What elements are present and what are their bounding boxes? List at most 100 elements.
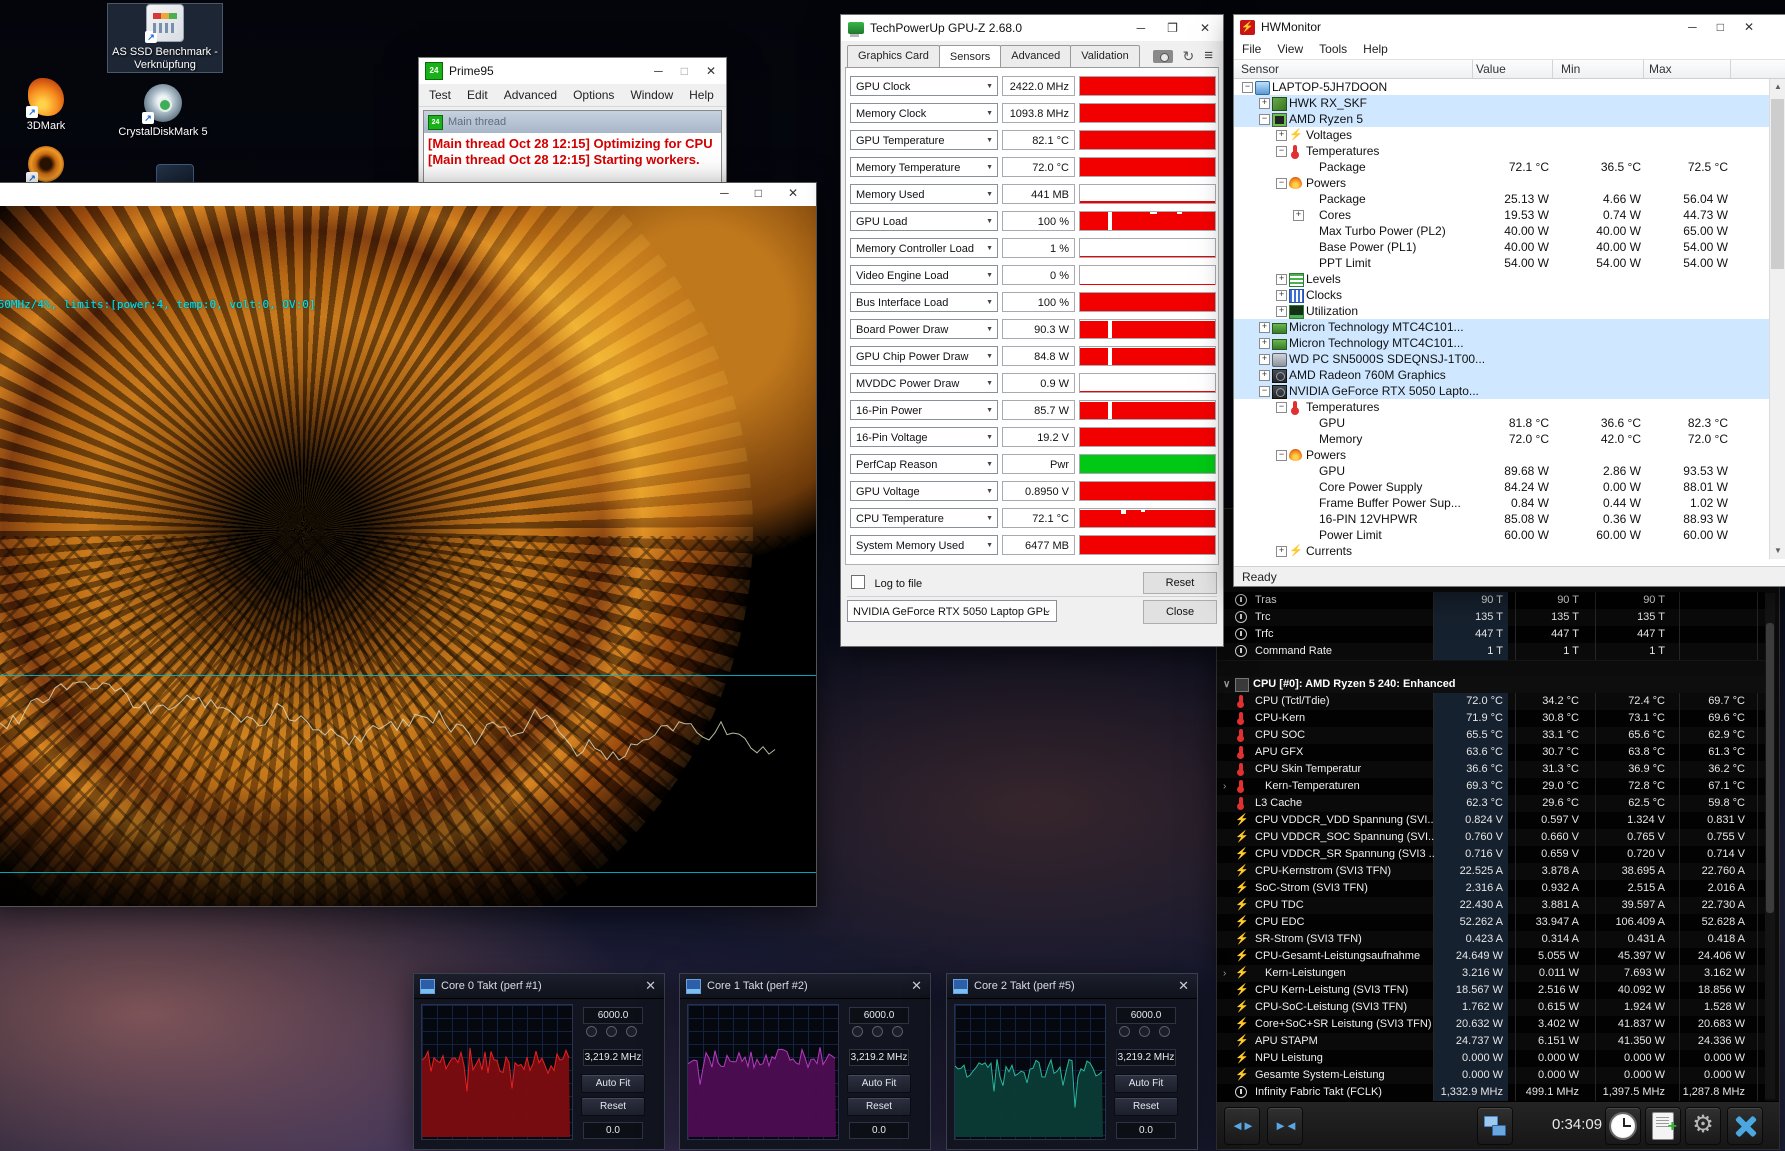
tree-row-gpu[interactable]: GPU89.68 W2.86 W93.53 W: [1234, 463, 1770, 479]
tree-row-16-pin-12vhpwr[interactable]: 16-PIN 12VHPWR85.08 W0.36 W88.93 W: [1234, 511, 1770, 527]
collapse-minus-icon[interactable]: −: [1276, 450, 1287, 461]
sensor-label-dropdown[interactable]: Board Power Draw: [850, 319, 998, 339]
hwmonitor-titlebar[interactable]: ⚡ HWMonitor ─ □ ✕: [1234, 15, 1785, 39]
desktop-icon-furmark-partial[interactable]: ↗: [0, 146, 103, 186]
menu-item-edit[interactable]: Edit: [467, 88, 488, 102]
led-indicator[interactable]: [872, 1026, 883, 1037]
expand-columns-button[interactable]: ◄►: [1224, 1107, 1260, 1145]
restore-icon[interactable]: ❐: [1167, 21, 1178, 35]
tree-row-package[interactable]: Package72.1 °C36.5 °C72.5 °C: [1234, 159, 1770, 175]
sensor-row[interactable]: ⚡Core+SoC+SR Leistung (SVI3 TFN)20.632 W…: [1217, 1016, 1765, 1034]
tree-row-laptop-5jh7doon[interactable]: −LAPTOP-5JH7DOON: [1234, 79, 1770, 95]
hwmonitor-scrollbar[interactable]: ▲ ▼: [1769, 79, 1785, 559]
close-icon[interactable]: ✕: [706, 64, 716, 78]
tree-row-wd-pc-sn5000s-sdeqnsj-1t00-[interactable]: +WD PC SN5000S SDEQNSJ-1T00...: [1234, 351, 1770, 367]
core-window-titlebar[interactable]: Core 2 Takt (perf #5)✕: [947, 974, 1197, 999]
minimize-icon[interactable]: ─: [654, 64, 663, 78]
expand-plus-icon[interactable]: +: [1259, 338, 1270, 349]
sensor-row[interactable]: ⚡CPU-Gesamt-Leistungsaufnahme24.649 W5.0…: [1217, 948, 1765, 966]
sensor-row[interactable]: APU GFX63.6 °C30.7 °C63.8 °C61.3 °C: [1217, 744, 1765, 762]
reset-button[interactable]: Reset: [581, 1097, 645, 1116]
tree-row-gpu[interactable]: GPU81.8 °C36.6 °C82.3 °C: [1234, 415, 1770, 431]
sensor-label-dropdown[interactable]: GPU Chip Power Draw: [850, 346, 998, 366]
tree-row-clocks[interactable]: +Clocks: [1234, 287, 1770, 303]
gpuz-titlebar[interactable]: TechPowerUp GPU-Z 2.68.0 ─ ❐ ✕: [841, 15, 1223, 41]
expand-plus-icon[interactable]: +: [1276, 274, 1287, 285]
main-thread-titlebar[interactable]: 24 Main thread: [424, 111, 721, 133]
menu-item-advanced[interactable]: Advanced: [504, 88, 557, 102]
sensor-label-dropdown[interactable]: 16-Pin Power: [850, 400, 998, 420]
tree-row-voltages[interactable]: +⚡Voltages: [1234, 127, 1770, 143]
sensor-label-dropdown[interactable]: MVDDC Power Draw: [850, 373, 998, 393]
maximize-icon[interactable]: □: [755, 186, 762, 200]
tree-row-core-power-supply[interactable]: Core Power Supply84.24 W0.00 W88.01 W: [1234, 479, 1770, 495]
close-button[interactable]: Close: [1143, 600, 1217, 624]
close-icon[interactable]: ✕: [788, 186, 798, 200]
auto-fit-button[interactable]: Auto Fit: [847, 1074, 911, 1093]
log-to-file-checkbox[interactable]: [851, 575, 865, 589]
tree-row-ppt-limit[interactable]: PPT Limit54.00 W54.00 W54.00 W: [1234, 255, 1770, 271]
collapse-columns-button[interactable]: ►◄: [1267, 1107, 1303, 1145]
expand-plus-icon[interactable]: +: [1293, 210, 1304, 221]
tree-row-memory[interactable]: Memory72.0 °C42.0 °C72.0 °C: [1234, 431, 1770, 447]
led-indicator[interactable]: [1159, 1026, 1170, 1037]
collapse-minus-icon[interactable]: −: [1242, 82, 1253, 93]
desktop-icon-as-ssd[interactable]: ↗AS SSD Benchmark -Verknüpfung: [108, 4, 222, 72]
menu-item-file[interactable]: File: [1242, 42, 1261, 56]
menu-item-view[interactable]: View: [1277, 42, 1303, 56]
close-icon[interactable]: ✕: [1178, 978, 1189, 994]
expand-plus-icon[interactable]: +: [1259, 370, 1270, 381]
prime95-titlebar[interactable]: 24 Prime95 ─ □ ✕: [419, 58, 726, 84]
column-header-min[interactable]: Min: [1561, 62, 1580, 76]
sensor-label-dropdown[interactable]: GPU Voltage: [850, 481, 998, 501]
close-icon[interactable]: ✕: [645, 978, 656, 994]
sensor-row[interactable]: ›Kern-Temperaturen69.3 °C29.0 °C72.8 °C6…: [1217, 778, 1765, 796]
sensor-row[interactable]: ⚡APU STAPM24.737 W6.151 W41.350 W24.336 …: [1217, 1033, 1765, 1051]
tree-row-max-turbo-power-pl2-[interactable]: Max Turbo Power (PL2)40.00 W40.00 W65.00…: [1234, 223, 1770, 239]
column-header-value[interactable]: Value: [1476, 62, 1506, 76]
core-window-titlebar[interactable]: Core 1 Takt (perf #2)✕: [680, 974, 930, 999]
maximize-icon[interactable]: □: [1717, 20, 1724, 34]
column-header-sensor[interactable]: Sensor: [1241, 62, 1279, 76]
sensor-row[interactable]: ⚡CPU VDDCR_SOC Spannung (SVI...0.760 V0.…: [1217, 829, 1765, 847]
sensor-label-dropdown[interactable]: Bus Interface Load: [850, 292, 998, 312]
sensor-label-dropdown[interactable]: 16-Pin Voltage: [850, 427, 998, 447]
sensor-row[interactable]: ⚡CPU VDDCR_SR Spannung (SVI3 ...0.716 V0…: [1217, 846, 1765, 864]
sensor-label-dropdown[interactable]: Memory Temperature: [850, 157, 998, 177]
core-window-titlebar[interactable]: Core 0 Takt (perf #1)✕: [414, 974, 664, 999]
sensor-label-dropdown[interactable]: System Memory Used: [850, 535, 998, 555]
hwinfo-scrollbar[interactable]: [1765, 593, 1775, 1099]
hwmonitor-column-header[interactable]: Sensor Value Min Max: [1234, 60, 1785, 79]
column-header-max[interactable]: Max: [1649, 62, 1672, 76]
clock-button[interactable]: [1605, 1107, 1641, 1145]
sensor-row[interactable]: ⚡CPU EDC52.262 A33.947 A106.409 A52.628 …: [1217, 914, 1765, 932]
close-icon[interactable]: ✕: [1744, 20, 1754, 34]
sensor-row[interactable]: ⚡Gesamte System-Leistung0.000 W0.000 W0.…: [1217, 1067, 1765, 1085]
sensor-row[interactable]: Command Rate1 T1 T1 T: [1217, 643, 1765, 661]
tree-row-micron-technology-mtc4c101-[interactable]: +Micron Technology MTC4C101...: [1234, 335, 1770, 351]
led-indicator[interactable]: [606, 1026, 617, 1037]
menu-item-test[interactable]: Test: [429, 88, 451, 102]
led-indicator[interactable]: [852, 1026, 863, 1037]
tree-row-powers[interactable]: −Powers: [1234, 447, 1770, 463]
expand-plus-icon[interactable]: +: [1259, 98, 1270, 109]
menu-item-options[interactable]: Options: [573, 88, 614, 102]
sensor-row[interactable]: Trc135 T135 T135 T: [1217, 609, 1765, 627]
expand-plus-icon[interactable]: +: [1276, 546, 1287, 557]
sensor-label-dropdown[interactable]: Memory Controller Load: [850, 238, 998, 258]
expand-plus-icon[interactable]: +: [1259, 322, 1270, 333]
tree-row-base-power-pl1-[interactable]: Base Power (PL1)40.00 W40.00 W54.00 W: [1234, 239, 1770, 255]
collapse-minus-icon[interactable]: −: [1259, 114, 1270, 125]
collapse-minus-icon[interactable]: −: [1276, 402, 1287, 413]
maximize-icon[interactable]: □: [681, 64, 688, 78]
sensor-row[interactable]: ⚡SoC-Strom (SVI3 TFN)2.316 A0.932 A2.515…: [1217, 880, 1765, 898]
led-indicator[interactable]: [586, 1026, 597, 1037]
tab-advanced[interactable]: Advanced: [1000, 45, 1071, 67]
tree-row-amd-ryzen-5[interactable]: −AMD Ryzen 5: [1234, 111, 1770, 127]
scrollbar-thumb[interactable]: [1771, 99, 1784, 269]
reset-button[interactable]: Reset: [1114, 1097, 1178, 1116]
scrollbar-thumb[interactable]: [1766, 623, 1774, 913]
remote-monitoring-button[interactable]: [1477, 1107, 1513, 1145]
sensor-row[interactable]: Tras90 T90 T90 T: [1217, 592, 1765, 610]
tree-row-frame-buffer-power-sup-[interactable]: Frame Buffer Power Sup...0.84 W0.44 W1.0…: [1234, 495, 1770, 511]
